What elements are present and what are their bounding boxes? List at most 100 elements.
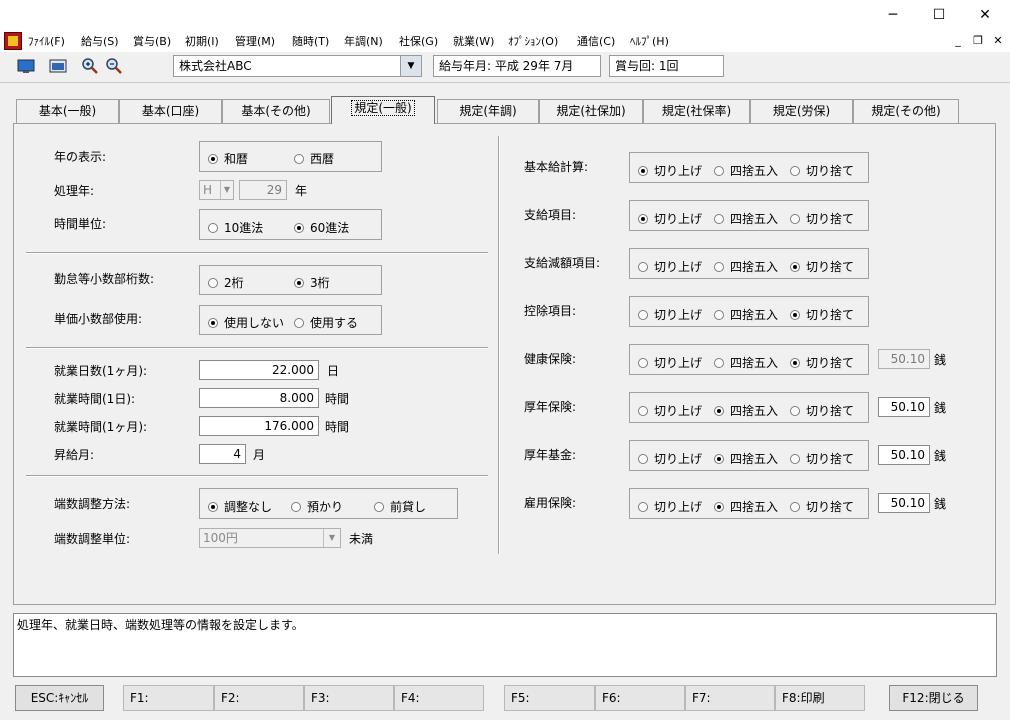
menu-initial[interactable]: 初期(I) bbox=[185, 33, 219, 49]
menu-social-insurance[interactable]: 社保(G) bbox=[399, 33, 438, 49]
chevron-down-icon[interactable]: ▼ bbox=[220, 181, 233, 199]
f8-print-button[interactable]: F8:印刷 bbox=[775, 685, 865, 711]
raise-month-field[interactable]: 4 bbox=[199, 444, 246, 464]
mdi-restore-button[interactable]: ❐ bbox=[970, 33, 986, 49]
round-up-radio[interactable]: 切り上げ bbox=[638, 210, 702, 227]
zoom-in-icon[interactable] bbox=[80, 56, 100, 76]
rate-field[interactable]: 50.10 bbox=[878, 349, 930, 369]
radio-label: 和暦 bbox=[224, 152, 249, 166]
tab-basic-other[interactable]: 基本(その他) bbox=[222, 99, 330, 123]
zoom-out-icon[interactable] bbox=[104, 56, 124, 76]
window-close-button[interactable]: ✕ bbox=[962, 0, 1008, 30]
tab-rules-general[interactable]: 規定(一般) bbox=[331, 96, 435, 124]
round-half-radio[interactable]: 四捨五入 bbox=[714, 354, 778, 371]
menu-file[interactable]: ﾌｧｲﾙ(F) bbox=[28, 33, 65, 49]
rate-field[interactable]: 50.10 bbox=[878, 445, 930, 465]
rounding-method-deposit-radio[interactable]: 預かり bbox=[291, 498, 343, 515]
chevron-down-icon[interactable]: ▼ bbox=[400, 56, 421, 76]
tab-rules-social-rate[interactable]: 規定(社保率) bbox=[643, 99, 750, 123]
radio-dot bbox=[208, 222, 218, 233]
f12-close-button[interactable]: F12:閉じる bbox=[889, 685, 978, 711]
round-up-radio[interactable]: 切り上げ bbox=[638, 258, 702, 275]
pay-month-display: 給与年月: 平成 29年 7月 bbox=[433, 55, 601, 77]
company-name: 株式会社ABC bbox=[179, 59, 252, 73]
round-down-radio[interactable]: 切り捨て bbox=[790, 258, 854, 275]
menu-bonus[interactable]: 賞与(B) bbox=[133, 33, 171, 49]
f7-button[interactable]: F7: bbox=[685, 685, 775, 711]
f4-button[interactable]: F4: bbox=[394, 685, 484, 711]
round-up-radio[interactable]: 切り上げ bbox=[638, 450, 702, 467]
rate-field[interactable]: 50.10 bbox=[878, 397, 930, 417]
round-half-radio[interactable]: 四捨五入 bbox=[714, 450, 778, 467]
tab-rules-other[interactable]: 規定(その他) bbox=[853, 99, 959, 123]
round-up-radio[interactable]: 切り上げ bbox=[638, 402, 702, 419]
f5-button[interactable]: F5: bbox=[504, 685, 595, 711]
menu-salary[interactable]: 給与(S) bbox=[81, 33, 119, 49]
radio-dot bbox=[638, 309, 648, 320]
work-hours-day-field[interactable]: 8.000 bbox=[199, 388, 319, 408]
round-down-radio[interactable]: 切り捨て bbox=[790, 402, 854, 419]
round-down-radio[interactable]: 切り捨て bbox=[790, 354, 854, 371]
mdi-close-button[interactable]: ✕ bbox=[990, 33, 1006, 49]
f2-button[interactable]: F2: bbox=[214, 685, 304, 711]
round-down-radio[interactable]: 切り捨て bbox=[790, 210, 854, 227]
time-unit-group: 10進法 60進法 bbox=[199, 209, 382, 240]
chevron-down-icon[interactable]: ▼ bbox=[323, 529, 340, 547]
unit-price-decimal-use-radio[interactable]: 使用する bbox=[294, 314, 358, 331]
menu-communication[interactable]: 通信(C) bbox=[577, 33, 615, 49]
work-hours-month-field[interactable]: 176.000 bbox=[199, 416, 319, 436]
round-down-radio[interactable]: 切り捨て bbox=[790, 162, 854, 179]
tab-rules-year-end[interactable]: 規定(年調) bbox=[437, 99, 539, 123]
round-half-radio[interactable]: 四捨五入 bbox=[714, 210, 778, 227]
rounding-method-advance-radio[interactable]: 前貸し bbox=[374, 498, 426, 515]
round-up-radio[interactable]: 切り上げ bbox=[638, 162, 702, 179]
round-half-radio[interactable]: 四捨五入 bbox=[714, 498, 778, 515]
f6-button[interactable]: F6: bbox=[595, 685, 685, 711]
unit-price-decimal-none-radio[interactable]: 使用しない bbox=[208, 314, 284, 331]
round-half-radio[interactable]: 四捨五入 bbox=[714, 402, 778, 419]
app-logo-icon[interactable] bbox=[4, 32, 22, 50]
round-down-radio[interactable]: 切り捨て bbox=[790, 498, 854, 515]
window-minimize-button[interactable]: ─ bbox=[870, 0, 916, 30]
round-up-radio[interactable]: 切り上げ bbox=[638, 306, 702, 323]
radio-label: 切り上げ bbox=[654, 308, 703, 322]
tab-rules-labor-insurance[interactable]: 規定(労保) bbox=[750, 99, 853, 123]
screen-icon[interactable] bbox=[16, 56, 36, 76]
round-up-radio[interactable]: 切り上げ bbox=[638, 498, 702, 515]
company-select[interactable]: 株式会社ABC ▼ bbox=[173, 55, 422, 77]
f1-button[interactable]: F1: bbox=[123, 685, 214, 711]
time-unit-decimal-radio[interactable]: 10進法 bbox=[208, 219, 263, 236]
rate-field[interactable]: 50.10 bbox=[878, 493, 930, 513]
work-days-field[interactable]: 22.000 bbox=[199, 360, 319, 380]
tab-basic-general[interactable]: 基本(一般) bbox=[16, 99, 119, 123]
menu-options[interactable]: ｵﾌﾟｼｮﾝ(O) bbox=[508, 33, 558, 49]
round-down-radio[interactable]: 切り捨て bbox=[790, 306, 854, 323]
year-display-wareki-radio[interactable]: 和暦 bbox=[208, 150, 248, 167]
menu-anytime[interactable]: 随時(T) bbox=[292, 33, 329, 49]
round-down-radio[interactable]: 切り捨て bbox=[790, 450, 854, 467]
proc-year-field[interactable]: 29 bbox=[239, 180, 287, 200]
round-half-radio[interactable]: 四捨五入 bbox=[714, 162, 778, 179]
year-display-seireki-radio[interactable]: 西暦 bbox=[294, 150, 334, 167]
mdi-minimize-button[interactable]: _ bbox=[950, 33, 966, 49]
menu-work[interactable]: 就業(W) bbox=[453, 33, 494, 49]
window-icon[interactable] bbox=[48, 56, 68, 76]
work-hours-month-unit: 時間 bbox=[325, 420, 350, 434]
window-maximize-button[interactable]: ☐ bbox=[916, 0, 962, 30]
tab-basic-account[interactable]: 基本(口座) bbox=[119, 99, 222, 123]
rounding-unit-select[interactable]: 100円 ▼ bbox=[199, 528, 341, 548]
tab-rules-social-enroll[interactable]: 規定(社保加) bbox=[539, 99, 643, 123]
attend-decimal-3-radio[interactable]: 3桁 bbox=[294, 274, 330, 291]
menu-manage[interactable]: 管理(M) bbox=[235, 33, 275, 49]
esc-cancel-button[interactable]: ESC:ｷｬﾝｾﾙ bbox=[15, 685, 104, 711]
round-up-radio[interactable]: 切り上げ bbox=[638, 354, 702, 371]
era-select[interactable]: H ▼ bbox=[199, 180, 234, 200]
time-unit-sexagesimal-radio[interactable]: 60進法 bbox=[294, 219, 349, 236]
menu-year-end[interactable]: 年調(N) bbox=[344, 33, 383, 49]
attend-decimal-2-radio[interactable]: 2桁 bbox=[208, 274, 244, 291]
round-half-radio[interactable]: 四捨五入 bbox=[714, 306, 778, 323]
round-half-radio[interactable]: 四捨五入 bbox=[714, 258, 778, 275]
menu-help[interactable]: ﾍﾙﾌﾟ(H) bbox=[630, 33, 669, 49]
f3-button[interactable]: F3: bbox=[304, 685, 394, 711]
rounding-method-none-radio[interactable]: 調整なし bbox=[208, 498, 272, 515]
